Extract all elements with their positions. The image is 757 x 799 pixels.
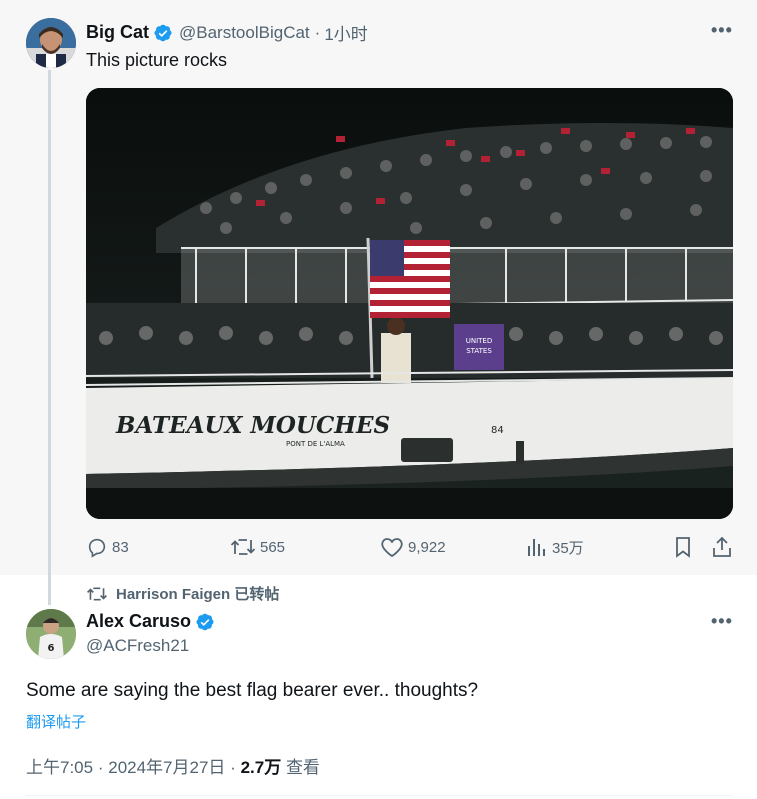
quoted-tweet-text: This picture rocks [86,50,228,70]
retweet-small-icon [87,586,107,601]
thread-connector-line [48,70,51,605]
views-chart-icon [528,539,545,556]
bookmark-icon [676,537,690,558]
svg-text:6: 6 [48,643,55,654]
verified-badge-icon [154,24,172,41]
like-button[interactable]: 9,922 [380,536,446,558]
avatar-bigcat-image [26,18,76,68]
boat-photo: UNITED STATES BATEAUX MOUCHES PONT DE L'… [86,88,733,519]
quoted-time-ago[interactable]: 1小时 [324,20,367,45]
retweet-count: 565 [260,538,286,556]
views-button[interactable]: 35万 [526,536,584,558]
quoted-author-name[interactable]: Big Cat [86,22,149,43]
divider [26,795,731,796]
avatar-alexcaruso[interactable]: 6 [26,609,76,659]
reply-count: 83 [112,538,129,556]
main-author-name[interactable]: Alex Caruso [86,611,191,632]
quoted-handle[interactable]: @BarstoolBigCat [179,23,310,43]
translate-post-link[interactable]: 翻译帖子 [26,711,86,732]
quoted-tweet-header: Big Cat @BarstoolBigCat · 1小时 [86,20,368,45]
quoted-more-options-icon[interactable]: ••• [711,20,733,41]
hull-number: 84 [491,425,504,436]
views-count: 35万 [552,539,584,557]
main-handle[interactable]: @ACFresh21 [86,636,189,656]
views-label: 查看 [285,758,320,777]
meta-separator-2: · [230,758,236,777]
reply-icon [88,538,106,558]
avatar-alexcaruso-image: 6 [26,609,76,659]
retweeted-by-header[interactable]: Harrison Faigen 已转帖 [86,583,279,604]
bookmark-button[interactable] [673,536,697,558]
boat-subtext: PONT DE L'ALMA [286,440,345,448]
heart-icon [381,538,403,558]
retweet-icon [230,539,256,555]
tweet-media-image[interactable]: UNITED STATES BATEAUX MOUCHES PONT DE L'… [86,88,733,519]
views-total: 2.7万 [240,758,282,777]
banner-line2: STATES [466,347,492,355]
boat-name-text: BATEAUX MOUCHES [115,412,390,439]
share-button[interactable] [711,536,737,558]
reply-button[interactable]: 83 [86,536,129,558]
header-separator: · [314,22,321,42]
verified-badge-icon [196,613,214,630]
main-tweet-text: Some are saying the best flag bearer eve… [26,680,479,701]
tweet-time[interactable]: 上午7:05 [26,758,93,777]
retweeted-by-text: Harrison Faigen 已转帖 [116,586,280,603]
main-tweet-header: Alex Caruso [86,611,215,632]
main-more-options-icon[interactable]: ••• [711,611,733,632]
tweet-date[interactable]: 2024年7月27日 [108,758,225,777]
like-count: 9,922 [408,538,446,556]
avatar-bigcat[interactable] [26,18,76,68]
meta-separator-1: · [97,758,104,777]
retweet-button[interactable]: 565 [230,536,285,558]
banner-line1: UNITED [466,337,493,345]
tweet-meta: 上午7:05 · 2024年7月27日 · 2.7万 查看 [26,753,320,778]
share-icon [713,536,731,557]
